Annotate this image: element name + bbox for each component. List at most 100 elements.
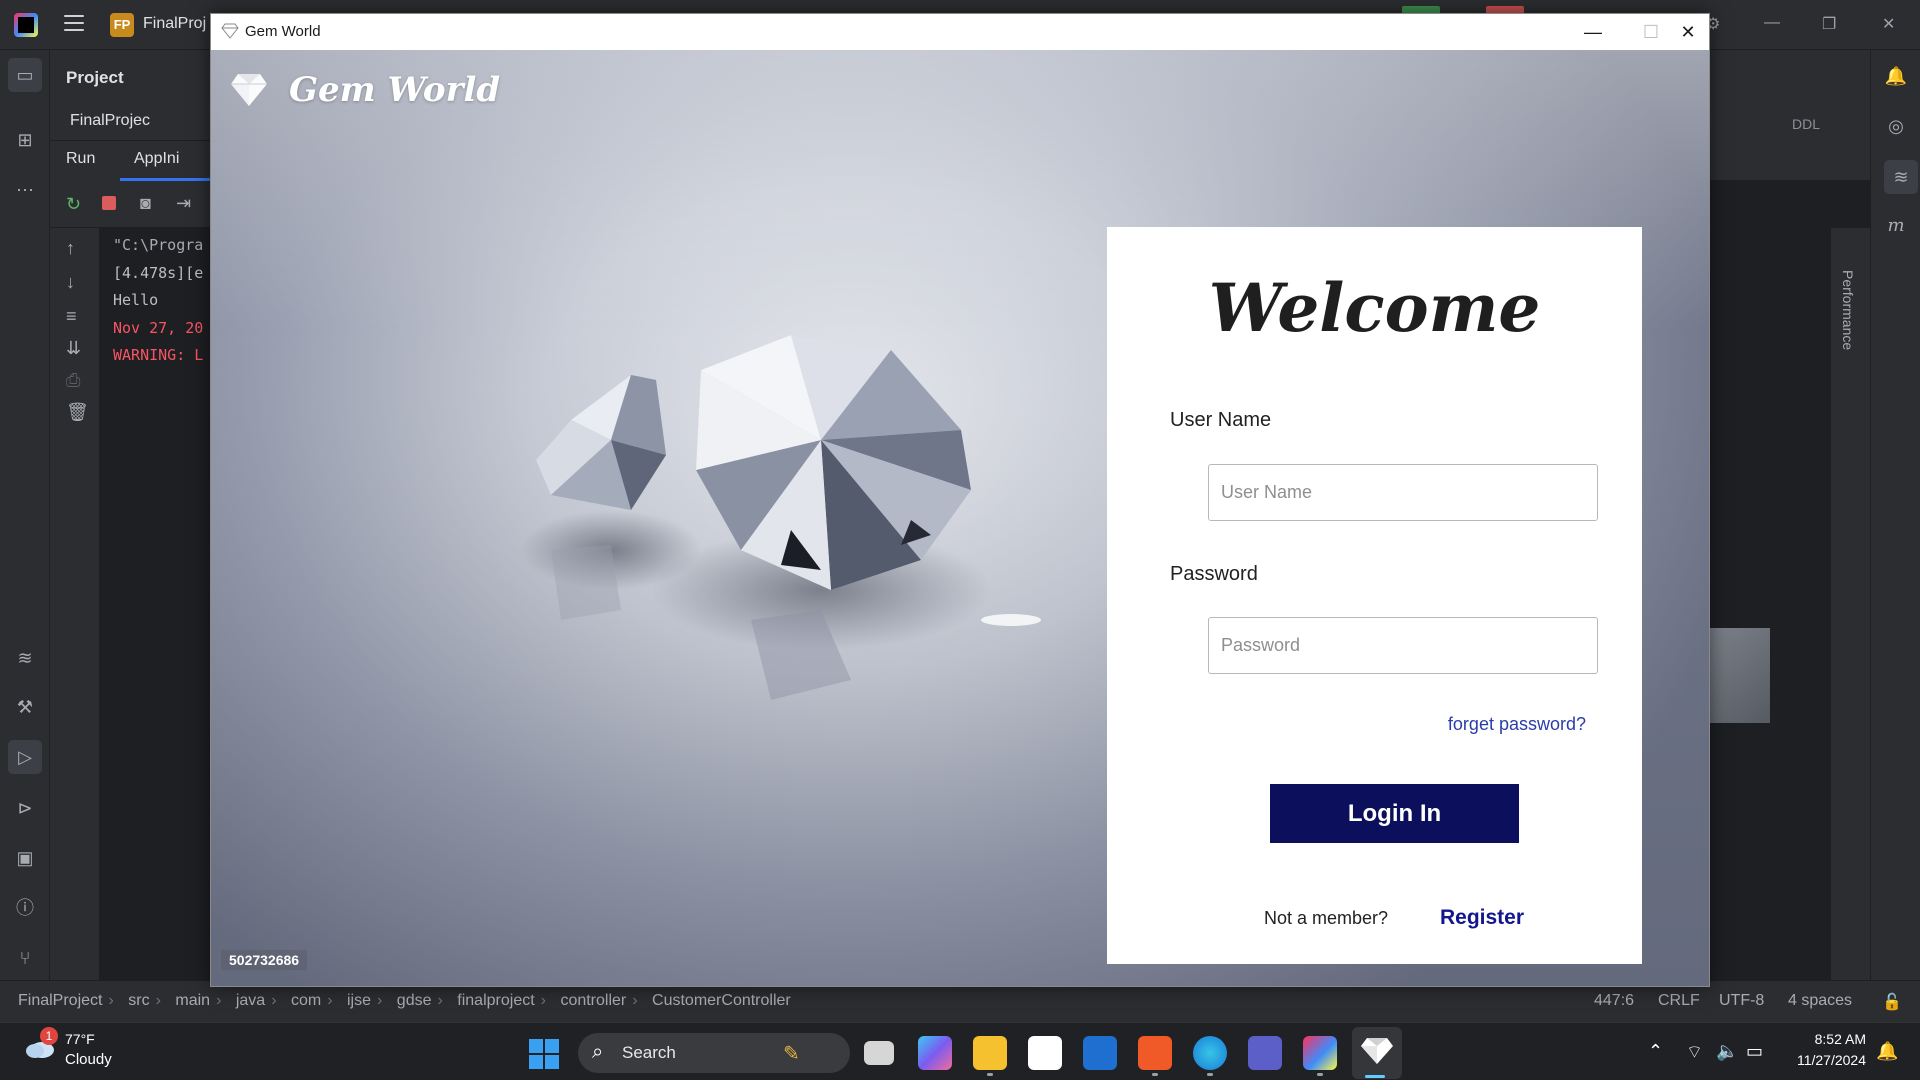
project-panel-title[interactable]: Project — [66, 68, 124, 88]
outlook-icon[interactable] — [1083, 1036, 1117, 1070]
editor-gutter-shape — [1710, 628, 1770, 723]
build-icon[interactable]: ⚒ — [13, 695, 37, 719]
main-menu-icon[interactable] — [64, 15, 84, 33]
brave-icon[interactable] — [1138, 1036, 1172, 1070]
breadcrumb-item[interactable]: finalproject — [457, 992, 534, 1009]
wifi-icon[interactable]: ⌔ — [1686, 1041, 1703, 1064]
arrow-down-icon[interactable]: ↓ — [66, 272, 75, 293]
services-icon[interactable]: ⊳ — [13, 796, 37, 820]
stop-icon[interactable] — [102, 196, 116, 210]
window-titlebar[interactable]: Gem World — ☐ ✕ — [211, 14, 1709, 50]
brand-name: Gem World — [289, 70, 501, 110]
breadcrumb-item[interactable]: com — [291, 992, 321, 1009]
right-tool-strip: 🔔 ◎ ≋ m — [1870, 50, 1920, 980]
notification-bell-icon[interactable]: 🔔 — [1876, 1041, 1898, 1062]
edge-icon[interactable] — [1193, 1036, 1227, 1070]
weather-badge: 1 — [40, 1027, 58, 1045]
console-output[interactable]: "C:\Progra [4.478s][e Hello Nov 27, 20 W… — [100, 228, 210, 980]
forgot-password-link[interactable]: forget password? — [1448, 714, 1586, 735]
brand-diamond-icon — [231, 74, 267, 106]
username-input[interactable] — [1208, 464, 1598, 521]
battery-icon[interactable]: ▭ — [1746, 1041, 1763, 1062]
gem-world-taskbar-icon[interactable] — [1360, 1036, 1394, 1066]
intellij-taskbar-icon[interactable] — [1303, 1036, 1337, 1070]
file-explorer-icon[interactable] — [973, 1036, 1007, 1070]
soft-wrap-icon[interactable]: ≡ — [66, 306, 77, 327]
ms-store-icon[interactable] — [1028, 1036, 1062, 1070]
line-ending[interactable]: CRLF — [1658, 992, 1700, 1010]
gem-world-window: Gem World — ☐ ✕ Gem World 502732686 Welc… — [210, 13, 1710, 987]
console-line: [4.478s][e — [113, 264, 204, 282]
password-input[interactable] — [1208, 617, 1598, 674]
weather-desc[interactable]: Cloudy — [65, 1051, 112, 1068]
ai-assistant-icon[interactable]: ◎ — [1884, 114, 1908, 138]
project-tree-root[interactable]: FinalProjec — [70, 112, 150, 130]
notifications-icon[interactable]: 🔔 — [1884, 64, 1908, 88]
maven-icon[interactable]: m — [1884, 214, 1908, 238]
structure-icon[interactable]: ⊞ — [13, 128, 37, 152]
breadcrumb-item[interactable]: src — [128, 992, 149, 1009]
scroll-end-icon[interactable]: ⇊ — [66, 338, 81, 359]
terminal-icon[interactable]: ▣ — [13, 846, 37, 870]
login-button[interactable]: Login In — [1270, 784, 1519, 843]
trash-icon[interactable]: 🗑 — [66, 402, 89, 423]
register-link[interactable]: Register — [1440, 906, 1524, 930]
diamond-icon — [221, 23, 239, 39]
breadcrumb-item[interactable]: CustomerController — [652, 992, 791, 1009]
volume-icon[interactable]: 🔈 — [1716, 1041, 1738, 1062]
camera-icon[interactable]: ◙ — [140, 193, 151, 214]
breadcrumb-item[interactable]: controller — [560, 992, 626, 1009]
intellij-logo-icon[interactable] — [14, 13, 38, 37]
taskbar-date[interactable]: 11/27/2024 — [1776, 1052, 1866, 1068]
rerun-icon[interactable]: ↻ — [66, 194, 81, 215]
file-encoding[interactable]: UTF-8 — [1719, 992, 1764, 1010]
git-icon[interactable]: ⑂ — [13, 946, 37, 970]
breadcrumb-item[interactable]: gdse — [397, 992, 432, 1009]
taskbar-time[interactable]: 8:52 AM — [1776, 1031, 1866, 1047]
project-name[interactable]: FinalProj — [143, 15, 206, 33]
task-view-icon[interactable] — [864, 1041, 894, 1065]
print-icon[interactable]: ⎙ — [66, 370, 80, 391]
console-line: "C:\Progra — [113, 236, 204, 254]
lock-icon[interactable]: 🔓 — [1882, 992, 1902, 1012]
problems-icon[interactable]: ⓘ — [13, 896, 37, 920]
windows-taskbar: 1 77°F Cloudy ⌕ Search ✎ ⌃ ⌔ 🔈 ▭ 8:52 AM… — [0, 1022, 1920, 1080]
breadcrumb-item[interactable]: java — [236, 992, 265, 1009]
ide-minimize-icon[interactable]: — — [1764, 14, 1780, 32]
running-indicator — [1207, 1073, 1213, 1076]
run-tool-icon[interactable]: ▷ — [8, 740, 42, 774]
password-label: Password — [1170, 563, 1258, 585]
cursor-position[interactable]: 447:6 — [1594, 992, 1634, 1010]
left-tool-strip: ▭ ⊞ ⋯ ≋ ⚒ ▷ ⊳ ▣ ⓘ ⑂ — [0, 50, 50, 980]
project-badge[interactable]: FP — [110, 13, 134, 37]
running-indicator — [987, 1073, 993, 1076]
more-tools-icon[interactable]: ⋯ — [13, 178, 37, 202]
exit-icon[interactable]: ⇥ — [176, 193, 191, 214]
arrow-up-icon[interactable]: ↑ — [66, 238, 75, 259]
tray-overflow-icon[interactable]: ⌃ — [1648, 1041, 1663, 1062]
teams-icon[interactable] — [1248, 1036, 1282, 1070]
ide-restore-icon[interactable]: ❐ — [1822, 14, 1836, 34]
indent-setting[interactable]: 4 spaces — [1788, 992, 1852, 1010]
database-icon[interactable]: ≋ — [13, 646, 37, 670]
pencil-icon: ✎ — [783, 1043, 800, 1065]
running-indicator — [1152, 1073, 1158, 1076]
performance-label[interactable]: Performance — [1840, 270, 1856, 350]
ide-close-icon[interactable]: ✕ — [1882, 14, 1895, 34]
minimize-icon[interactable]: — — [1570, 18, 1616, 46]
run-tab-appinit[interactable]: AppIni — [134, 150, 179, 168]
weather-temp[interactable]: 77°F — [65, 1031, 95, 1047]
windows-start-icon[interactable] — [529, 1039, 559, 1069]
project-folder-icon[interactable]: ▭ — [8, 58, 42, 92]
breadcrumb-item[interactable]: main — [175, 992, 210, 1009]
run-side-toolbar: ↑ ↓ ≡ ⇊ ⎙ 🗑 — [50, 228, 100, 980]
search-label: Search — [622, 1043, 676, 1062]
breadcrumb-item[interactable]: ijse — [347, 992, 371, 1009]
running-indicator — [1317, 1073, 1323, 1076]
taskbar-search[interactable]: ⌕ Search ✎ — [578, 1033, 850, 1073]
database-tool-icon[interactable]: ≋ — [1884, 160, 1918, 194]
close-icon[interactable]: ✕ — [1665, 18, 1711, 46]
ddl-label[interactable]: DDL — [1792, 116, 1820, 132]
breadcrumb-item[interactable]: FinalProject — [18, 992, 102, 1009]
copilot-icon[interactable] — [918, 1036, 952, 1070]
